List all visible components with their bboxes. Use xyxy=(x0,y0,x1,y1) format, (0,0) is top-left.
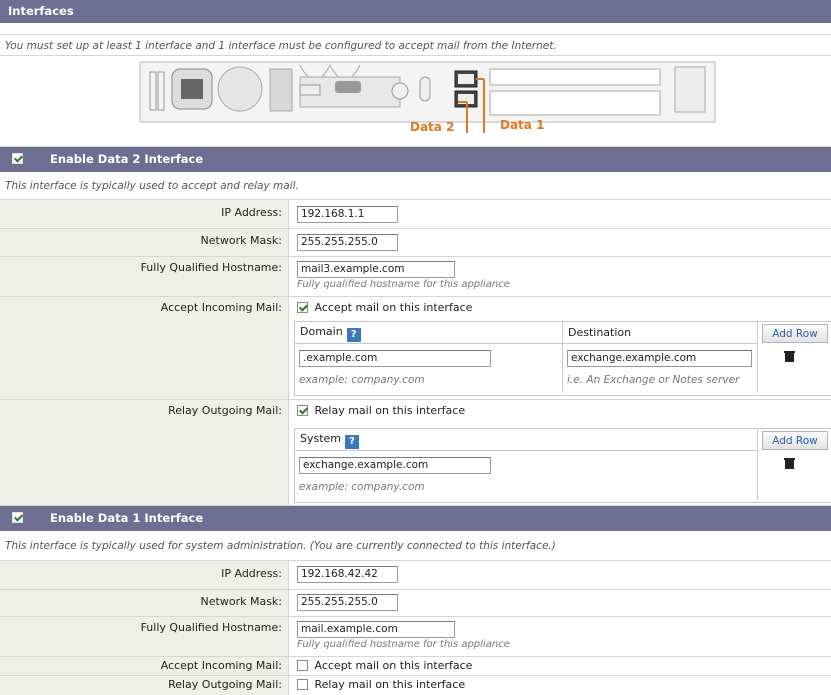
data2-system-delete-icon[interactable] xyxy=(784,458,795,469)
destination-column-header: Destination xyxy=(568,326,632,339)
data2-relay-checkbox-label: Relay mail on this interface xyxy=(314,404,466,417)
data1-port-label: Data 1 xyxy=(500,118,545,132)
data2-system-table: System? Add Row exchange.example.com exa… xyxy=(294,428,831,503)
domain-help-icon[interactable]: ? xyxy=(346,328,361,342)
data2-domain-table: Domain? Destination Add Row .example.com… xyxy=(294,321,831,396)
data1-relay-label: Relay Outgoing Mail: xyxy=(0,676,289,695)
data1-note: This interface is typically used for sys… xyxy=(0,531,831,561)
data1-accept-label: Accept Incoming Mail: xyxy=(0,657,289,675)
data1-fqdn-row: Fully Qualified Hostname: mail.example.c… xyxy=(0,617,831,657)
data2-destination-hint: i.e. An Exchange or Notes server xyxy=(567,374,740,386)
data1-section-header: Enable Data 1 Interface xyxy=(0,506,831,531)
data2-fqdn-label: Fully Qualified Hostname: xyxy=(0,257,289,296)
data1-ip-label: IP Address: xyxy=(0,561,289,589)
data1-mask-input[interactable]: 255.255.255.0 xyxy=(297,594,398,611)
enable-data2-checkbox[interactable] xyxy=(12,153,23,164)
data2-system-hint: example: company.com xyxy=(299,481,425,493)
data2-system-input[interactable]: exchange.example.com xyxy=(299,457,491,474)
data1-ip-input[interactable]: 192.168.42.42 xyxy=(297,566,398,583)
enable-data1-checkbox[interactable] xyxy=(12,512,23,523)
data1-mask-row: Network Mask: 255.255.255.0 xyxy=(0,590,831,617)
data2-accept-checkbox-label: Accept mail on this interface xyxy=(314,301,473,314)
data1-mask-label: Network Mask: xyxy=(0,590,289,616)
data1-accept-checkbox-label: Accept mail on this interface xyxy=(314,659,473,672)
data1-ip-row: IP Address: 192.168.42.42 xyxy=(0,561,831,590)
data1-fqdn-input[interactable]: mail.example.com xyxy=(297,621,455,638)
data2-ip-row: IP Address: 192.168.1.1 xyxy=(0,200,831,229)
data2-relay-label: Relay Outgoing Mail: xyxy=(0,400,289,505)
data1-accept-row: Accept Incoming Mail: Accept mail on thi… xyxy=(0,657,831,676)
data2-mask-row: Network Mask: 255.255.255.0 xyxy=(0,229,831,257)
data2-accept-row: Accept Incoming Mail: Accept mail on thi… xyxy=(0,297,831,400)
intro-note: You must set up at least 1 interface and… xyxy=(0,34,831,56)
data2-note: This interface is typically used to acce… xyxy=(0,172,831,200)
data1-fqdn-label: Fully Qualified Hostname: xyxy=(0,617,289,656)
data2-mask-input[interactable]: 255.255.255.0 xyxy=(297,234,398,251)
system-column-header: System xyxy=(300,432,342,445)
data2-section-title: Enable Data 2 Interface xyxy=(50,152,204,166)
appliance-diagram: Data 2 Data 1 xyxy=(0,57,831,147)
data2-system-add-row-button[interactable]: Add Row xyxy=(762,431,828,450)
data2-domain-add-row-button[interactable]: Add Row xyxy=(762,324,828,343)
data1-accept-checkbox[interactable] xyxy=(297,660,308,671)
data2-port-label: Data 2 xyxy=(410,120,455,134)
data2-section-header: Enable Data 2 Interface xyxy=(0,147,831,172)
system-help-icon[interactable]: ? xyxy=(345,435,360,449)
data1-section-title: Enable Data 1 Interface xyxy=(50,511,204,525)
data1-fqdn-hint: Fully qualified hostname for this applia… xyxy=(297,639,510,650)
data2-destination-input[interactable]: exchange.example.com xyxy=(567,350,752,367)
data1-note-text: This interface is typically used for sys… xyxy=(5,540,556,552)
data1-relay-checkbox[interactable] xyxy=(297,679,308,690)
data1-relay-checkbox-label: Relay mail on this interface xyxy=(314,678,466,691)
data2-relay-checkbox[interactable] xyxy=(297,405,308,416)
page-title: Interfaces xyxy=(8,4,74,18)
data2-domain-input[interactable]: .example.com xyxy=(299,350,491,367)
data2-fqdn-input[interactable]: mail3.example.com xyxy=(297,261,455,278)
data2-mask-label: Network Mask: xyxy=(0,229,289,256)
intro-note-text: You must set up at least 1 interface and… xyxy=(5,40,557,52)
data2-relay-row: Relay Outgoing Mail: Relay mail on this … xyxy=(0,400,831,506)
data2-fqdn-hint: Fully qualified hostname for this applia… xyxy=(297,279,510,290)
domain-column-header: Domain xyxy=(300,325,343,338)
data2-fqdn-row: Fully Qualified Hostname: mail3.example.… xyxy=(0,257,831,297)
data2-ip-label: IP Address: xyxy=(0,200,289,228)
data2-note-text: This interface is typically used to acce… xyxy=(5,180,299,192)
interfaces-header: Interfaces xyxy=(0,0,831,23)
data2-domain-hint: example: company.com xyxy=(299,374,425,386)
data1-relay-row: Relay Outgoing Mail: Relay mail on this … xyxy=(0,676,831,695)
data2-domain-delete-icon[interactable] xyxy=(784,351,795,362)
data2-ip-input[interactable]: 192.168.1.1 xyxy=(297,206,398,223)
data2-accept-checkbox[interactable] xyxy=(297,302,308,313)
data2-accept-label: Accept Incoming Mail: xyxy=(0,297,289,399)
